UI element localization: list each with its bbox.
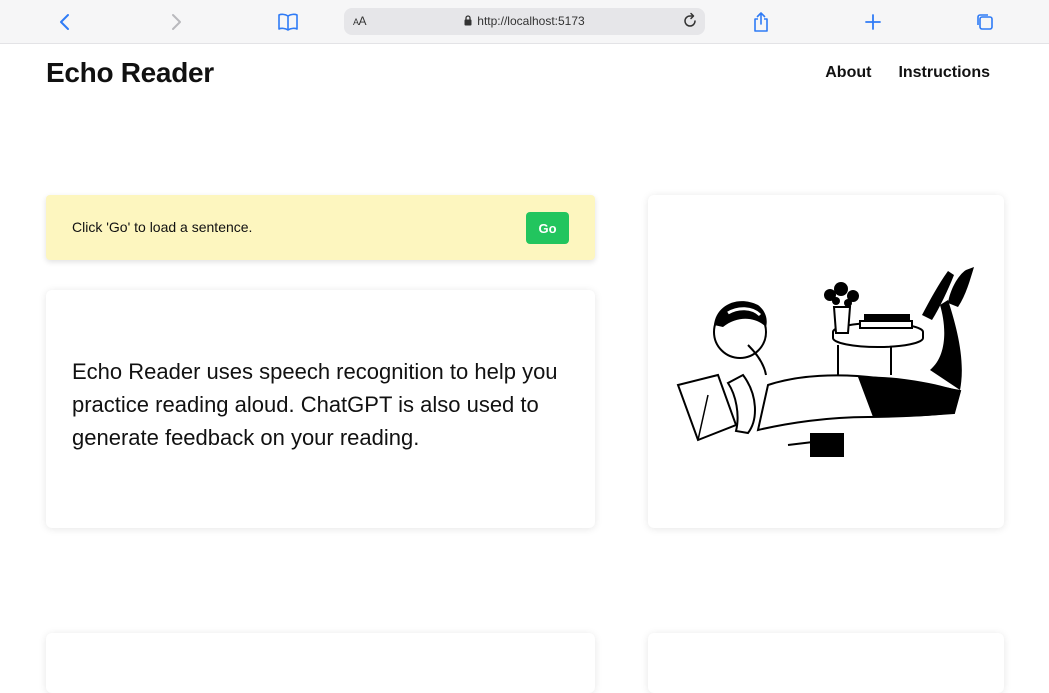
illustration-card bbox=[648, 195, 1004, 528]
back-button[interactable] bbox=[52, 9, 78, 35]
description-text: Echo Reader uses speech recognition to h… bbox=[72, 359, 558, 450]
tabs-button[interactable] bbox=[972, 9, 998, 35]
url-text: http://localhost:5173 bbox=[477, 14, 585, 28]
new-tab-button[interactable] bbox=[860, 9, 886, 35]
description-card: Echo Reader uses speech recognition to h… bbox=[46, 290, 595, 528]
go-button[interactable]: Go bbox=[526, 212, 569, 244]
lower-left-card bbox=[46, 633, 595, 693]
prompt-message: Click 'Go' to load a sentence. bbox=[72, 219, 253, 235]
share-button[interactable] bbox=[748, 9, 774, 35]
tabs-icon bbox=[977, 14, 993, 30]
sentence-prompt-card: Click 'Go' to load a sentence. Go bbox=[46, 195, 595, 260]
nav-link-instructions[interactable]: Instructions bbox=[898, 64, 990, 82]
bookmarks-button[interactable] bbox=[275, 9, 301, 35]
reload-icon bbox=[684, 12, 696, 27]
back-icon bbox=[60, 14, 69, 30]
woman-reading-illustration bbox=[676, 267, 974, 457]
reload-button[interactable] bbox=[681, 12, 699, 30]
site-title: Echo Reader bbox=[46, 57, 214, 88]
nav-link-about[interactable]: About bbox=[825, 64, 871, 82]
forward-button[interactable] bbox=[163, 9, 189, 35]
main-nav: About Instructions bbox=[825, 64, 990, 82]
bookmarks-icon bbox=[278, 13, 298, 31]
browser-toolbar: AA http://localhost:5173 bbox=[0, 0, 1049, 44]
lower-right-card bbox=[648, 633, 1004, 693]
lock-icon bbox=[464, 15, 472, 26]
new-tab-icon bbox=[865, 14, 881, 30]
address-bar[interactable]: AA http://localhost:5173 bbox=[344, 8, 705, 35]
share-icon bbox=[754, 12, 768, 32]
forward-icon bbox=[172, 14, 181, 30]
